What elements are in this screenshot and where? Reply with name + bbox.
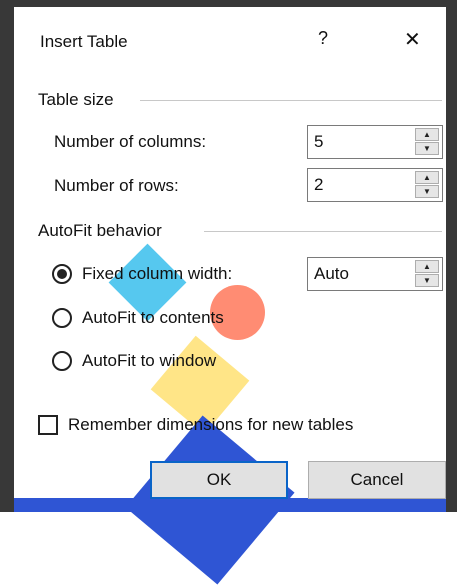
fixed-width-input[interactable] [308, 258, 412, 290]
rows-label: Number of rows: [54, 176, 179, 195]
remember-dimensions-label: Remember dimensions for new tables [68, 415, 354, 434]
fixed-width-up-icon[interactable]: ▲ [415, 260, 439, 273]
fixed-width-label: Fixed column width: [82, 264, 233, 283]
radio-selected-icon[interactable] [52, 264, 72, 284]
table-size-divider [140, 100, 442, 101]
remember-dimensions-checkbox[interactable]: Remember dimensions for new tables [38, 415, 353, 435]
insert-table-dialog: Insert Table ? ✕ Table size Number of co… [0, 0, 457, 512]
close-icon[interactable]: ✕ [404, 27, 421, 52]
autofit-contents-radio[interactable]: AutoFit to contents [52, 308, 224, 328]
columns-down-icon[interactable]: ▼ [415, 142, 439, 155]
columns-label: Number of columns: [54, 132, 207, 151]
window-frame-left [0, 0, 14, 512]
ok-button[interactable]: OK [150, 461, 288, 499]
cancel-button[interactable]: Cancel [308, 461, 446, 499]
radio-unselected-icon[interactable] [52, 351, 72, 371]
rows-up-icon[interactable]: ▲ [415, 171, 439, 184]
autofit-window-radio[interactable]: AutoFit to window [52, 351, 216, 371]
fixed-width-spinner[interactable]: ▲ ▼ [307, 257, 443, 291]
help-icon[interactable]: ? [318, 28, 328, 49]
columns-up-icon[interactable]: ▲ [415, 128, 439, 141]
autofit-group-label: AutoFit behavior [38, 221, 162, 240]
window-frame-right [446, 0, 457, 512]
fixed-width-radio[interactable]: Fixed column width: [52, 264, 232, 284]
columns-input[interactable] [308, 126, 412, 158]
columns-spinner[interactable]: ▲ ▼ [307, 125, 443, 159]
autofit-contents-label: AutoFit to contents [82, 308, 224, 327]
rows-down-icon[interactable]: ▼ [415, 185, 439, 198]
window-frame-top [0, 0, 457, 7]
autofit-window-label: AutoFit to window [82, 351, 217, 370]
rows-spinner[interactable]: ▲ ▼ [307, 168, 443, 202]
columns-spin-buttons[interactable]: ▲ ▼ [415, 128, 441, 156]
checkbox-unchecked-icon[interactable] [38, 415, 58, 435]
table-size-group-label: Table size [38, 90, 114, 109]
autofit-divider [204, 231, 442, 232]
rows-spin-buttons[interactable]: ▲ ▼ [415, 171, 441, 199]
fixed-width-spin-buttons[interactable]: ▲ ▼ [415, 260, 441, 288]
radio-unselected-icon[interactable] [52, 308, 72, 328]
rows-input[interactable] [308, 169, 412, 201]
dialog-title: Insert Table [40, 32, 128, 51]
fixed-width-down-icon[interactable]: ▼ [415, 274, 439, 287]
